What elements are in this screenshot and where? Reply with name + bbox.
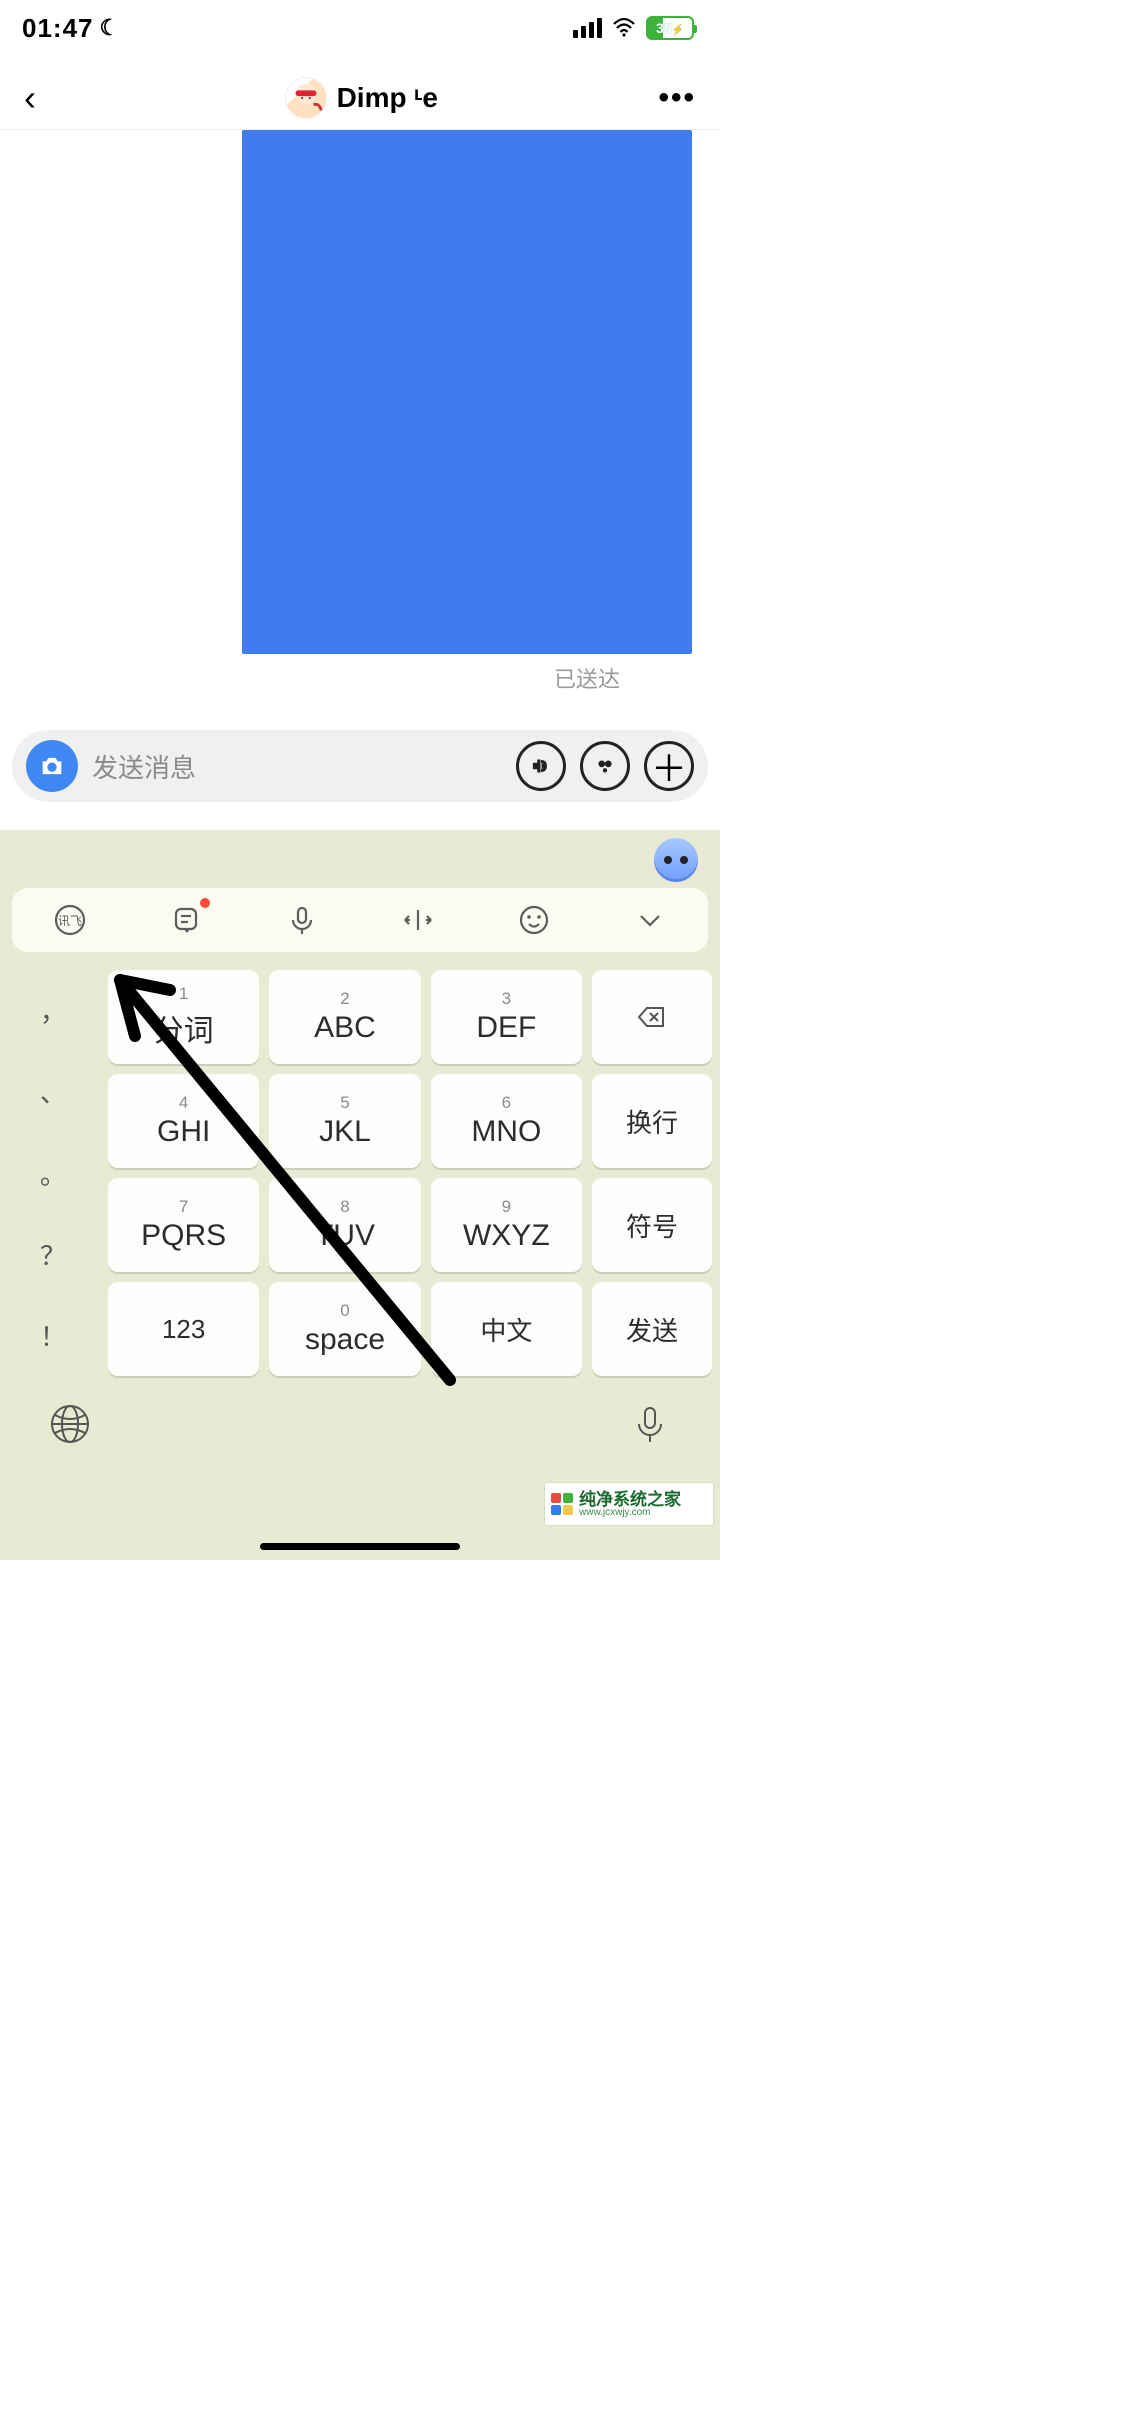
delivered-status: 已送达 (554, 662, 620, 694)
mic-button[interactable] (282, 900, 322, 940)
chat-area[interactable]: 已送达 (0, 130, 720, 712)
key-123[interactable]: 123 (108, 1282, 259, 1376)
status-left: 01:47 ☾ (22, 13, 120, 44)
key-2[interactable]: 2ABC (269, 970, 420, 1064)
cursor-move-button[interactable] (398, 900, 438, 940)
watermark: 纯净系统之家 www.jcxwjy.com (544, 1482, 714, 1526)
key-exclaim-cn[interactable]: ！ (8, 1295, 98, 1376)
keypad-grid: ， 、 。 ？ ！ 1分词 2ABC 3DEF 换行 符号 发送 4GHI 5J… (8, 970, 712, 1376)
key-3[interactable]: 3DEF (431, 970, 582, 1064)
do-not-disturb-icon: ☾ (100, 15, 121, 41)
message-input[interactable]: 发送消息 (92, 748, 502, 785)
keyboard-avatar-icon[interactable] (654, 838, 698, 882)
key-dun[interactable]: 、 (8, 1051, 98, 1132)
svg-text:讯飞: 讯飞 (58, 914, 82, 928)
chat-title[interactable]: Dimp ᶫe (64, 77, 658, 119)
globe-button[interactable] (48, 1402, 92, 1451)
key-8[interactable]: 8TUV (269, 1178, 420, 1272)
key-period-cn[interactable]: 。 (8, 1132, 98, 1213)
wifi-icon (612, 16, 636, 40)
avatar (285, 77, 327, 119)
key-symbol[interactable]: 符号 (592, 1178, 712, 1272)
keyboard: 讯飞 ， 、 。 ？ (0, 830, 720, 1560)
status-bar: 01:47 ☾ 35⚡ (0, 0, 720, 56)
message-input-bar: 发送消息 ＋ (12, 730, 708, 802)
more-button[interactable]: ••• (658, 81, 696, 115)
sent-image-message[interactable] (242, 130, 692, 654)
key-5[interactable]: 5JKL (269, 1074, 420, 1168)
key-space[interactable]: 0space (269, 1282, 420, 1376)
ime-logo-button[interactable]: 讯飞 (50, 900, 90, 940)
key-backspace[interactable] (592, 970, 712, 1064)
key-send[interactable]: 发送 (592, 1282, 712, 1376)
right-function-column: 换行 符号 发送 (592, 970, 712, 1376)
key-comma-cn[interactable]: ， (8, 970, 98, 1051)
battery-icon: 35⚡ (646, 16, 694, 40)
watermark-line1: 纯净系统之家 (579, 1491, 681, 1508)
watermark-line2: www.jcxwjy.com (579, 1508, 681, 1518)
key-newline[interactable]: 换行 (592, 1074, 712, 1168)
dictation-button[interactable] (628, 1402, 672, 1451)
home-indicator[interactable] (260, 1543, 460, 1550)
key-6[interactable]: 6MNO (431, 1074, 582, 1168)
notification-dot (200, 898, 210, 908)
keyboard-toolbar: 讯飞 (12, 888, 708, 952)
chat-title-text: Dimp ᶫe (337, 82, 438, 114)
clock: 01:47 (22, 13, 94, 44)
back-button[interactable]: ‹ (24, 77, 64, 119)
key-9[interactable]: 9WXYZ (431, 1178, 582, 1272)
add-button[interactable]: ＋ (644, 741, 694, 791)
key-question-cn[interactable]: ？ (8, 1214, 98, 1295)
keyboard-bottom-bar (0, 1376, 720, 1486)
cell-signal-icon (573, 18, 602, 38)
voice-wave-button[interactable] (516, 741, 566, 791)
keyboard-header (0, 838, 720, 888)
watermark-icon (551, 1493, 573, 1515)
key-lang[interactable]: 中文 (431, 1282, 582, 1376)
collapse-keyboard-button[interactable] (630, 900, 670, 940)
key-7[interactable]: 7PQRS (108, 1178, 259, 1272)
camera-button[interactable] (26, 740, 78, 792)
nav-bar: ‹ Dimp ᶫe ••• (0, 66, 720, 130)
left-symbol-column: ， 、 。 ？ ！ (8, 970, 98, 1376)
clipboard-button[interactable] (166, 900, 206, 940)
emoji-button[interactable] (514, 900, 554, 940)
status-right: 35⚡ (573, 16, 694, 40)
sticker-button[interactable] (580, 741, 630, 791)
key-4[interactable]: 4GHI (108, 1074, 259, 1168)
key-1[interactable]: 1分词 (108, 970, 259, 1064)
